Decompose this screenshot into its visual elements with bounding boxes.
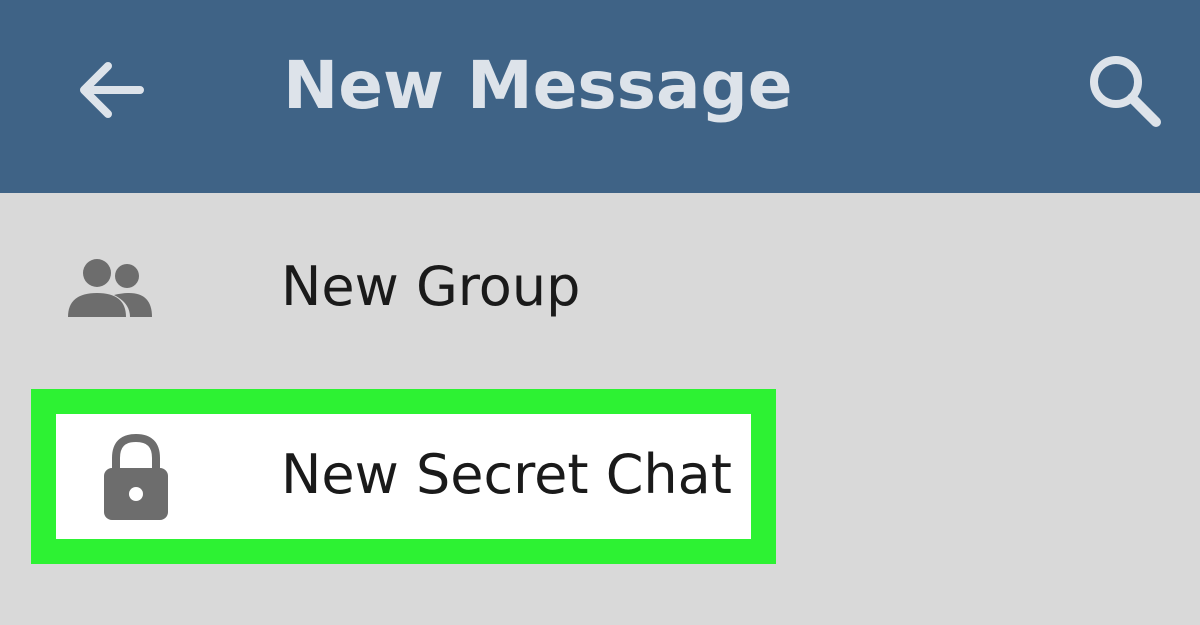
menu-item-new-secret-chat[interactable]: New Secret Chat <box>56 414 751 539</box>
back-button[interactable] <box>66 46 154 134</box>
page-title: New Message <box>283 47 793 124</box>
arrow-left-icon <box>80 62 144 118</box>
highlight-outline: New Secret Chat <box>31 389 776 564</box>
group-icon <box>64 253 156 323</box>
menu-list: New Group New Secret Chat <box>0 193 1200 625</box>
menu-item-label: New Secret Chat <box>281 443 732 506</box>
search-icon <box>1090 56 1161 127</box>
search-button[interactable] <box>1078 44 1170 136</box>
lock-icon <box>100 434 172 522</box>
menu-item-new-group[interactable]: New Group <box>0 193 1200 373</box>
app-bar: New Message <box>0 0 1200 193</box>
menu-item-label: New Group <box>281 255 581 318</box>
